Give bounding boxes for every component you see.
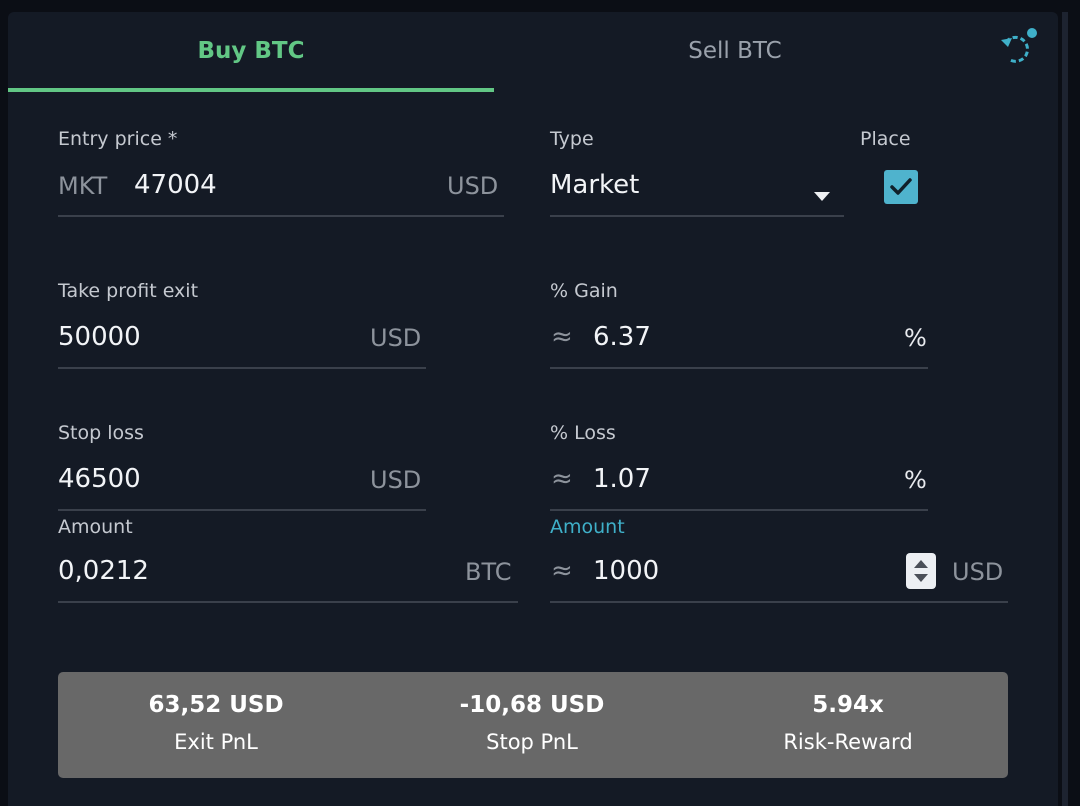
risk-reward-label: Risk-Reward — [783, 730, 913, 754]
amount-usd-unit: USD — [952, 558, 1004, 586]
refresh-icon — [1001, 28, 1037, 63]
active-tab-indicator — [8, 88, 494, 92]
stop-loss-label: Stop loss — [58, 422, 144, 444]
stop-pnl-label: Stop PnL — [486, 730, 578, 754]
amount-usd-approx-sign: ≈ — [551, 556, 573, 586]
loss-approx-sign: ≈ — [551, 464, 573, 494]
take-profit-input[interactable]: 50000 — [58, 322, 141, 352]
exit-pnl-value: 63,52 USD — [148, 692, 284, 718]
place-label: Place — [860, 128, 911, 150]
tab-bar: Buy BTC Sell BTC — [8, 12, 1058, 92]
amount-btc-input[interactable]: 0,0212 — [58, 556, 149, 586]
pnl-summary: 63,52 USD Exit PnL -10,68 USD Stop PnL 5… — [58, 672, 1008, 778]
take-profit-label: Take profit exit — [58, 280, 199, 302]
stop-loss-input[interactable]: 46500 — [58, 464, 141, 494]
stop-pnl-cell: -10,68 USD Stop PnL — [374, 672, 690, 778]
stepper-down-icon[interactable] — [914, 574, 928, 582]
reset-button[interactable] — [998, 28, 1038, 68]
risk-reward-value: 5.94x — [812, 692, 884, 718]
take-profit-unit: USD — [370, 324, 422, 352]
amount-btc-label: Amount — [58, 516, 133, 538]
stop-pnl-value: -10,68 USD — [459, 692, 605, 718]
take-profit-underline — [58, 367, 426, 369]
exit-pnl-cell: 63,52 USD Exit PnL — [58, 672, 374, 778]
order-panel: Buy BTC Sell BTC Entry price * MKT 47004… — [8, 12, 1058, 806]
tab-buy[interactable]: Buy BTC — [8, 38, 494, 64]
risk-reward-cell: 5.94x Risk-Reward — [690, 672, 1006, 778]
loss-underline — [550, 509, 928, 511]
entry-price-prefix: MKT — [58, 172, 108, 200]
stop-loss-unit: USD — [370, 466, 422, 494]
entry-price-underline — [58, 215, 504, 217]
entry-price-label: Entry price * — [58, 128, 178, 150]
amount-usd-underline — [550, 601, 1008, 603]
gain-underline — [550, 367, 928, 369]
stepper-up-icon[interactable] — [914, 560, 928, 568]
gain-approx-sign: ≈ — [551, 322, 573, 352]
entry-price-unit: USD — [447, 172, 499, 200]
gain-input[interactable]: 6.37 — [593, 322, 651, 352]
scrollbar-track[interactable] — [1062, 12, 1068, 806]
amount-usd-input[interactable]: 1000 — [593, 556, 659, 586]
amount-btc-underline — [58, 601, 518, 603]
order-type-underline — [550, 215, 844, 217]
amount-usd-label: Amount — [550, 516, 625, 538]
loss-input[interactable]: 1.07 — [593, 464, 651, 494]
caret-down-icon[interactable] — [814, 192, 830, 201]
gain-unit: % — [904, 324, 927, 352]
checkmark-icon — [890, 178, 912, 195]
place-checkbox[interactable] — [884, 170, 918, 204]
gain-label: % Gain — [550, 280, 618, 302]
entry-price-input[interactable]: 47004 — [134, 170, 217, 200]
order-type-select[interactable]: Market — [550, 170, 639, 200]
loss-label: % Loss — [550, 422, 616, 444]
exit-pnl-label: Exit PnL — [174, 730, 258, 754]
amount-btc-unit: BTC — [465, 558, 512, 586]
stepper-icon[interactable] — [906, 553, 936, 589]
stop-loss-underline — [58, 509, 426, 511]
loss-unit: % — [904, 466, 927, 494]
tab-sell[interactable]: Sell BTC — [494, 38, 976, 64]
order-type-label: Type — [550, 128, 594, 150]
